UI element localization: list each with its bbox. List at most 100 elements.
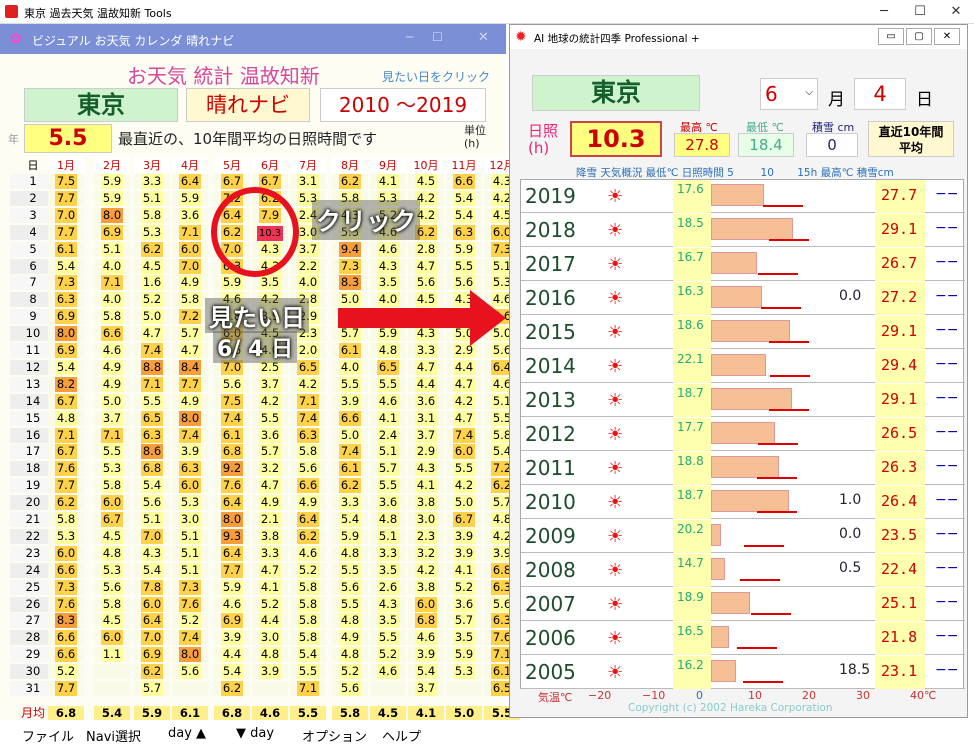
stats-close-button[interactable]: ✕ [934, 28, 960, 45]
calendar-cell[interactable]: 4.8 [48, 410, 84, 426]
calendar-cell[interactable]: 5.4 [134, 478, 170, 494]
calendar-cell[interactable]: 6.7 [48, 444, 84, 460]
calendar-cell[interactable]: 7.4 [332, 444, 368, 460]
year-row[interactable]: 2005 ☀ 16.2 18.5 23.1 −− [521, 656, 965, 689]
calendar-cell[interactable]: 5.1 [94, 241, 130, 257]
calendar-cell[interactable]: 6.2 [290, 528, 326, 544]
calendar-cell[interactable]: 4.8 [370, 343, 406, 358]
calendar-cell[interactable]: 5.8 [48, 512, 84, 527]
calendar-cell[interactable]: 4.5 [94, 613, 130, 629]
calendar-cell[interactable]: 6.8 [408, 613, 444, 629]
calendar-cell[interactable]: 5.1 [172, 528, 208, 544]
calendar-cell[interactable]: 3.5 [446, 630, 482, 646]
calendar-cell[interactable]: 7.7 [48, 478, 84, 494]
calendar-cell[interactable]: 6.4 [214, 495, 250, 511]
calendar-cell[interactable]: 5.1 [172, 545, 208, 561]
calendar-cell[interactable]: 5.0 [332, 292, 368, 308]
calendar-cell[interactable]: 5.9 [214, 579, 250, 595]
calendar-cell[interactable] [370, 681, 406, 696]
calendar-cell[interactable]: 6.9 [134, 647, 170, 663]
year-row[interactable]: 2018 ☀ 18.5 29.1 −− [521, 214, 965, 247]
calendar-cell[interactable]: 7.7 [48, 190, 84, 206]
calendar-cell[interactable]: 6.1 [214, 427, 250, 443]
calendar-cell[interactable]: 7.4 [134, 343, 170, 358]
calendar-cell[interactable]: 7.5 [214, 393, 250, 409]
calendar-cell[interactable]: 7.4 [290, 410, 326, 426]
calendar-cell[interactable]: 7.4 [446, 427, 482, 443]
calendar-cell[interactable]: 5.1 [172, 562, 208, 578]
calendar-cell[interactable]: 5.0 [332, 427, 368, 443]
calendar-cell[interactable]: 4.5 [94, 528, 130, 544]
calendar-cell[interactable]: 5.7 [172, 326, 208, 342]
calendar-cell[interactable]: 5.1 [370, 444, 406, 460]
calendar-cell[interactable]: 5.2 [134, 292, 170, 308]
calendar-cell[interactable]: 7.2 [172, 309, 208, 325]
calendar-cell[interactable]: 5.5 [332, 376, 368, 392]
calendar-cell[interactable]: 4.2 [446, 393, 482, 409]
calendar-cell[interactable]: 6.0 [48, 545, 84, 561]
calendar-cell[interactable]: 7.1 [48, 427, 84, 443]
calendar-cell[interactable]: 3.9 [408, 647, 444, 663]
stats-min-button[interactable]: ▭ [878, 28, 904, 45]
month-select[interactable]: 6 ⌵ [760, 78, 818, 110]
calendar-cell[interactable]: 6.1 [48, 241, 84, 257]
calendar-cell[interactable]: 3.0 [172, 512, 208, 527]
calendar-cell[interactable]: 7.3 [48, 275, 84, 291]
calendar-cell[interactable]: 7.4 [172, 630, 208, 646]
calendar-cell[interactable]: 6.9 [94, 224, 130, 240]
calendar-cell[interactable]: 3.7 [408, 681, 444, 696]
calendar-cell[interactable]: 3.7 [408, 427, 444, 443]
calendar-cell[interactable]: 4.4 [446, 359, 482, 375]
calendar-cell[interactable]: 5.0 [446, 495, 482, 511]
calendar-cell[interactable]: 3.6 [408, 393, 444, 409]
calendar-cell[interactable]: 7.0 [172, 258, 208, 274]
calendar-cell[interactable]: 4.6 [370, 241, 406, 257]
calendar-cell[interactable]: 4.8 [252, 647, 288, 663]
calendar-cell[interactable]: 8.3 [332, 275, 368, 291]
calendar-cell[interactable]: 7.6 [214, 478, 250, 494]
year-row[interactable]: 2011 ☀ 18.8 26.3 −− [521, 452, 965, 485]
calendar-cell[interactable]: 6.8 [214, 444, 250, 460]
calendar-cell[interactable]: 3.0 [252, 630, 288, 646]
calendar-cell[interactable]: 5.2 [172, 613, 208, 629]
calendar-cell[interactable]: 5.5 [252, 410, 288, 426]
calendar-cell[interactable]: 6.4 [290, 512, 326, 527]
calendar-cell[interactable]: 4.9 [172, 393, 208, 409]
year-row[interactable]: 2017 ☀ 16.7 26.7 −− [521, 248, 965, 281]
calendar-cell[interactable]: 6.0 [408, 596, 444, 612]
calendar-cell[interactable]: 4.0 [332, 359, 368, 375]
calendar-cell[interactable]: 3.8 [408, 495, 444, 511]
calendar-cell[interactable]: 5.4 [134, 562, 170, 578]
calendar-cell[interactable]: 2.4 [370, 427, 406, 443]
calendar-cell[interactable]: 5.9 [94, 190, 130, 206]
calendar-cell[interactable]: 5.4 [332, 512, 368, 527]
day-input[interactable]: 4 [854, 78, 906, 110]
calendar-cell[interactable]: 4.0 [94, 258, 130, 274]
calendar-cell[interactable]: 4.9 [172, 275, 208, 291]
calendar-cell[interactable]: 7.7 [214, 562, 250, 578]
inner-minimize-button[interactable]: ─ [406, 30, 413, 44]
year-row[interactable]: 2013 ☀ 18.7 29.1 −− [521, 384, 965, 417]
calendar-cell[interactable]: 8.0 [94, 207, 130, 223]
calendar-cell[interactable]: 4.0 [370, 292, 406, 308]
calendar-cell[interactable]: 3.5 [370, 562, 406, 578]
calendar-cell[interactable]: 4.5 [408, 174, 444, 189]
calendar-cell[interactable]: 5.4 [48, 359, 84, 375]
calendar-cell[interactable]: 5.5 [446, 461, 482, 477]
calendar-cell[interactable]: 6.6 [48, 647, 84, 663]
calendar-cell[interactable]: 3.9 [446, 545, 482, 561]
calendar-cell[interactable] [252, 681, 288, 696]
calendar-cell[interactable]: 3.3 [252, 545, 288, 561]
calendar-cell[interactable]: 6.0 [172, 241, 208, 257]
calendar-cell[interactable]: 4.1 [252, 579, 288, 595]
calendar-cell[interactable]: 6.3 [134, 427, 170, 443]
calendar-cell[interactable]: 5.6 [332, 579, 368, 595]
calendar-cell[interactable]: 4.2 [408, 562, 444, 578]
calendar-cell[interactable]: 2.3 [408, 528, 444, 544]
calendar-cell[interactable]: 2.6 [370, 579, 406, 595]
calendar-cell[interactable]: 5.9 [94, 174, 130, 189]
calendar-cell[interactable]: 7.6 [48, 596, 84, 612]
calendar-cell[interactable]: 8.0 [172, 647, 208, 663]
calendar-cell[interactable]: 4.8 [332, 647, 368, 663]
calendar-cell[interactable]: 6.7 [446, 512, 482, 527]
